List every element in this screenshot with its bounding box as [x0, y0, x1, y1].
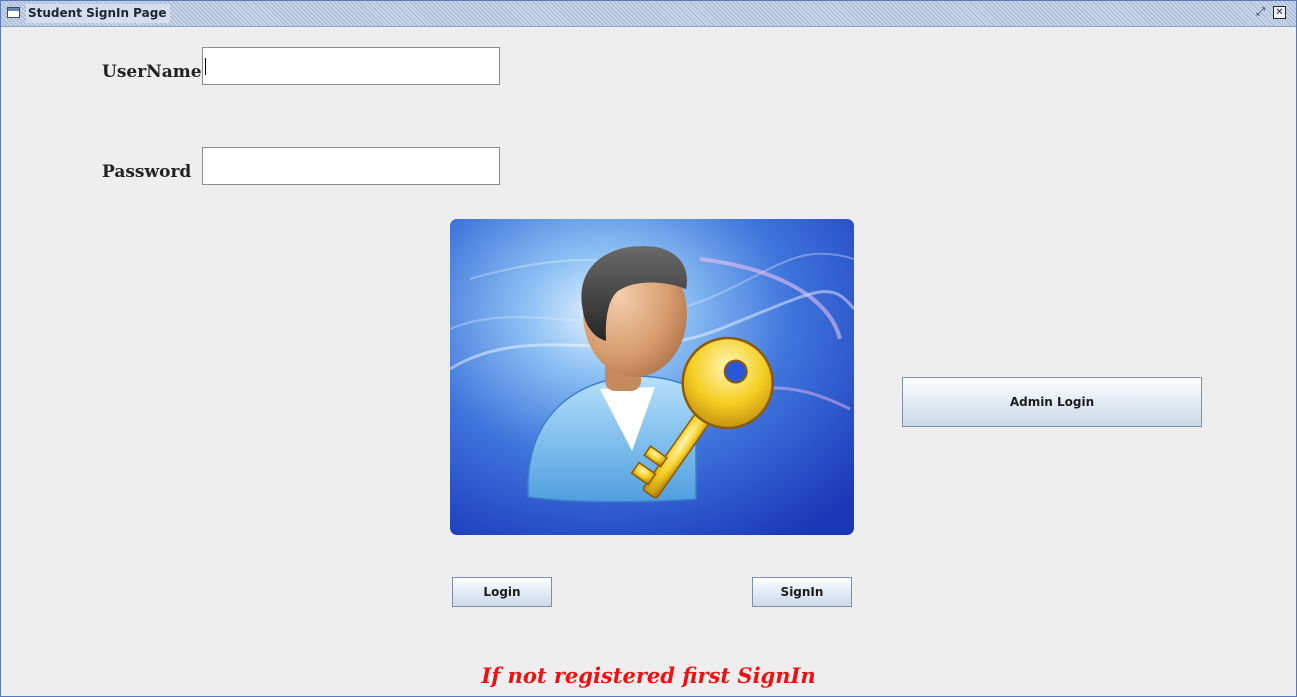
admin-login-button[interactable]: Admin Login: [902, 377, 1202, 427]
close-icon[interactable]: ✕: [1273, 6, 1286, 19]
window-app-icon: [7, 7, 20, 18]
signin-window: Student SignIn Page ⤢ ✕ UserName : Passw…: [0, 0, 1297, 697]
title-bar[interactable]: Student SignIn Page ⤢ ✕: [1, 1, 1296, 27]
username-input[interactable]: [202, 47, 500, 85]
user-with-key-icon: [450, 219, 854, 535]
login-button[interactable]: Login: [452, 577, 552, 607]
password-label: Password :: [102, 162, 210, 182]
signin-hint-message: If not registered first SignIn: [481, 663, 816, 688]
text-caret: [205, 58, 206, 75]
window-title: Student SignIn Page: [26, 4, 171, 23]
signin-button[interactable]: SignIn: [752, 577, 852, 607]
restore-icon[interactable]: ⤢: [1254, 6, 1267, 19]
password-input[interactable]: [202, 147, 500, 185]
